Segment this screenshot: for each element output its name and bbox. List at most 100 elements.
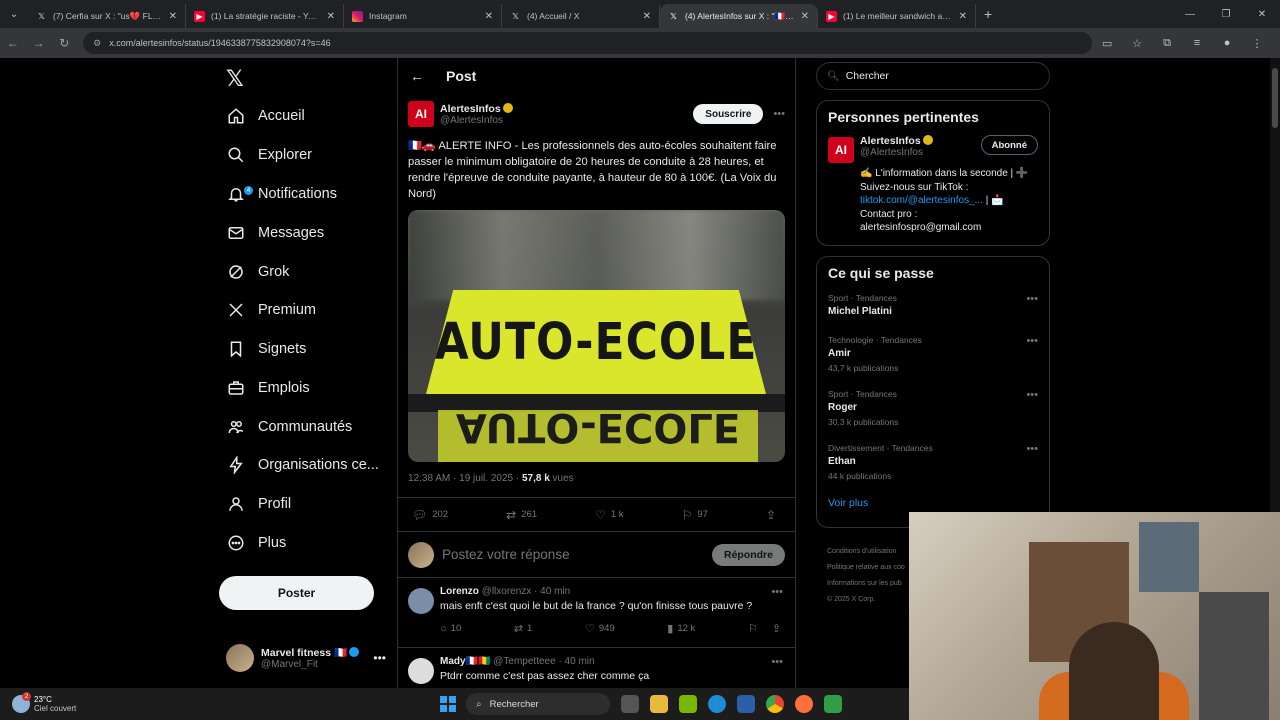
comment-item[interactable]: Mady🇫🇷🇬🇳 @Tempetteee · 40 min ••• Ptdrr … [398,648,795,688]
tab-search-icon[interactable]: ⌄ [0,0,28,28]
poster-button[interactable]: Poster [219,576,374,610]
more-icon[interactable]: ••• [771,656,783,668]
windows-start-icon[interactable] [440,696,456,712]
views-button[interactable]: ▮ 12 k [667,622,695,635]
chrome-icon[interactable] [766,695,784,713]
browser-menu-icon[interactable]: ⋮ [1242,37,1272,50]
browser-tab-6[interactable]: ▶ (1) Le meilleur sandwich au mo ✕ [818,4,976,28]
like-button[interactable]: ♡ 1 k [595,508,623,522]
new-tab-icon[interactable]: + [984,6,992,22]
sidebar-item-profil[interactable]: Profil [226,489,291,519]
footer-link[interactable]: Informations sur les pub [827,576,917,592]
extensions-icon[interactable]: ⧉ [1152,37,1182,50]
account-switcher[interactable]: Marvel fitness 🇫🇷 @Marvel_Fit ••• [226,642,386,674]
tiktok-link[interactable]: tiktok.com/@alertesinfos_... [860,195,983,206]
trend-item[interactable]: Divertissement · Tendances Ethan 44 k pu… [828,441,1038,495]
cast-icon[interactable]: ▭ [1092,37,1122,50]
reply-input[interactable]: Postez votre réponse [442,547,570,562]
sidebar-item-grok[interactable]: Grok [226,257,289,287]
reading-list-icon[interactable]: ≡ [1182,37,1212,49]
close-window-icon[interactable]: ✕ [1244,0,1280,28]
profile-icon[interactable]: ● [1212,37,1242,49]
sidebar-item-explorer[interactable]: Explorer [226,140,312,170]
sidebar-item-notifications[interactable]: 4 Notifications [226,179,337,209]
like-button[interactable]: ♡ 949 [585,622,615,635]
bookmark-button[interactable]: ⚐ ⇪ [748,622,785,635]
sidebar-item-accueil[interactable]: Accueil [226,101,305,131]
sidebar-item-organisations[interactable]: Organisations ce... [226,450,379,480]
more-icon[interactable]: ••• [1026,389,1038,401]
address-bar[interactable]: ⚙ x.com/alertesinfos/status/194633877583… [83,32,1093,54]
browser-tab-1[interactable]: 𝕏 (7) Cerfia sur X : "us💔 FLASH | ✕ [28,4,186,28]
repost-button[interactable]: ⇄ 261 [506,508,537,522]
star-icon[interactable]: ☆ [1122,37,1152,50]
alertesinfos-logo-icon[interactable]: AI [408,101,434,127]
back-arrow-icon[interactable]: ← [0,36,26,50]
alertesinfos-logo-icon[interactable]: AI [828,137,854,163]
author-name[interactable]: AlertesInfos [440,103,501,115]
more-icon[interactable]: ••• [773,108,785,120]
scrollbar-thumb[interactable] [1272,68,1278,128]
sidebar-item-communautes[interactable]: Communautés [226,412,352,442]
browser-tab-5[interactable]: 𝕏(4) AlertesInfos sur X : "🇫🇷🚗 AL✕ [660,4,818,28]
reload-icon[interactable]: ↻ [51,36,77,50]
close-icon[interactable]: ✕ [327,11,335,22]
avatar[interactable] [408,658,434,684]
relevant-person[interactable]: AI AlertesInfos @AlertesInfos Abonné [828,135,1038,163]
sidebar-item-premium[interactable]: Premium [226,295,316,325]
edge-icon[interactable] [708,695,726,713]
footer-link[interactable]: Conditions d'utilisation [827,544,917,560]
site-info-icon[interactable]: ⚙ [93,38,101,49]
reply-button[interactable]: ○ 10 [440,622,461,635]
task-view-icon[interactable] [621,695,639,713]
subscribe-button[interactable]: Souscrire [693,104,764,124]
browser-tab-4[interactable]: 𝕏 (4) Accueil / X ✕ [502,4,660,28]
close-icon[interactable]: ✕ [485,11,493,22]
trend-item[interactable]: Technologie · Tendances Amir 43,7 k publ… [828,333,1038,387]
firefox-icon[interactable] [795,695,813,713]
close-icon[interactable]: ✕ [169,11,177,22]
more-icon[interactable]: ••• [1026,293,1038,305]
sidebar-item-signets[interactable]: Signets [226,334,306,364]
footer-link[interactable]: Politique relative aux coo [827,560,917,576]
bookmark-button[interactable]: ⚐ 97 [682,508,708,522]
more-icon[interactable]: ••• [373,651,386,665]
reply-button[interactable]: 💬︎ 202 [412,508,448,522]
file-explorer-icon[interactable] [650,695,668,713]
comment-item[interactable]: Lorenzo @llxorenzx · 40 min ••• mais enf… [398,578,795,648]
store-icon[interactable] [737,695,755,713]
avatar[interactable] [408,588,434,614]
back-arrow-icon[interactable]: ← [410,68,424,84]
search-input[interactable]: 🔍︎ Chercher [816,62,1050,90]
see-more-link[interactable]: Voir plus [828,497,1038,509]
close-icon[interactable]: ✕ [801,11,809,22]
sidebar-item-emplois[interactable]: Emplois [226,373,310,403]
x-logo-icon[interactable]: 𝕏 [226,66,246,91]
author-handle[interactable]: @AlertesInfos [440,115,513,126]
browser-tab-2[interactable]: ▶(1) La stratégie raciste - YouTube✕ [186,4,344,28]
sidebar-item-messages[interactable]: Messages [226,218,324,248]
post-timestamp[interactable]: 12:38 AM · 19 juil. 2025 · [408,473,522,484]
close-icon[interactable]: ✕ [643,11,651,22]
taskbar-search[interactable]: ⌕ Rechercher [466,693,610,715]
post-image[interactable]: AUTO-ECOLE AUTO-ECOLE [408,210,785,462]
following-button[interactable]: Abonné [980,135,1038,155]
weather-widget[interactable]: 23°C Ciel couvert [12,692,112,713]
nvidia-icon[interactable] [679,695,697,713]
trend-item[interactable]: Sport · Tendances Roger 30,3 k publicati… [828,387,1038,441]
more-icon[interactable]: ••• [1026,335,1038,347]
share-button[interactable]: ⇪ [766,508,781,522]
forward-arrow-icon[interactable]: → [26,36,52,50]
sidebar-item-plus[interactable]: Plus [226,528,286,558]
reply-submit-button[interactable]: Répondre [711,543,785,566]
trend-item[interactable]: Sport · Tendances Michel Platini ••• [828,291,1038,333]
app-icon[interactable] [824,695,842,713]
close-icon[interactable]: ✕ [959,11,967,22]
browser-tab-3[interactable]: Instagram ✕ [344,4,502,28]
more-icon[interactable]: ••• [1026,443,1038,455]
restore-icon[interactable]: ❐ [1208,0,1244,28]
more-icon[interactable]: ••• [771,586,783,598]
minimize-icon[interactable]: — [1172,0,1208,28]
share-icon[interactable]: ⇪ [772,622,781,635]
repost-button[interactable]: ⇄ 1 [514,622,533,635]
